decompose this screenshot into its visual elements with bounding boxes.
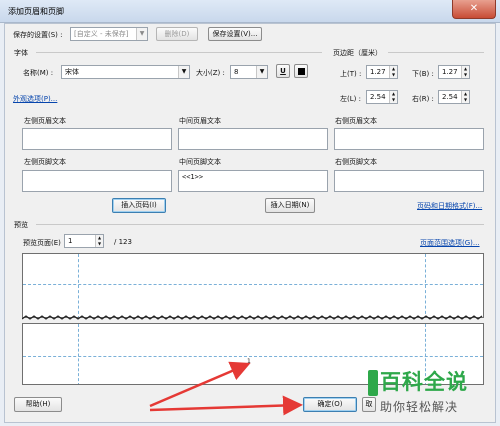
spin-arrows-icon[interactable]: ▲ ▼ [389, 91, 397, 103]
insert-page-number-button[interactable]: 插入页码(I) [112, 198, 166, 213]
appearance-options-link[interactable]: 外观选项(P)... [13, 94, 57, 104]
margin-top-spinner[interactable]: 1.27 ▲ ▼ [366, 65, 398, 79]
margin-bottom-spinner[interactable]: 1.27 ▲ ▼ [438, 65, 470, 79]
watermark-subtitle: 助你轻松解决 [380, 400, 459, 414]
watermark: 百科全说 助你轻松解决 [368, 366, 496, 418]
center-header-label: 中间页眉文本 [179, 117, 221, 125]
left-header-label: 左侧页眉文本 [24, 117, 66, 125]
center-footer-value: <<1>> [182, 173, 204, 181]
delete-settings-button[interactable]: 删除(D) [156, 27, 198, 41]
left-footer-input[interactable] [22, 170, 172, 192]
preview-group-label: 预览 [14, 221, 28, 229]
save-settings-button[interactable]: 保存设置(V)... [208, 27, 262, 41]
page-tear-divider [22, 315, 483, 320]
margin-left-label: 左(L) : [340, 95, 361, 103]
spin-arrows-icon[interactable]: ▲ ▼ [389, 66, 397, 78]
margin-top-value: 1.27 [370, 68, 386, 76]
font-size-value: 8 [234, 68, 239, 76]
saved-settings-label: 保存的设置(S) : [13, 31, 63, 39]
margin-group-divider [388, 52, 484, 53]
margin-group-label: 页边距（厘米） [333, 49, 382, 57]
center-footer-input[interactable]: <<1>> [178, 170, 328, 192]
saved-settings-value: [自定义 - 未保存] [74, 30, 129, 38]
chevron-down-icon: ▼ [136, 28, 147, 40]
margin-top-label: 上(T) : [340, 70, 362, 78]
margin-bottom-value: 1.27 [442, 68, 458, 76]
underline-icon: U [280, 67, 286, 75]
margin-guide-line [425, 254, 426, 317]
right-header-input[interactable] [334, 128, 484, 150]
margin-guide-line [23, 284, 483, 285]
saved-settings-select[interactable]: [自定义 - 未保存] ▼ [70, 27, 148, 41]
preview-page-value: 1 [68, 237, 73, 245]
font-name-select[interactable]: 宋体 ▼ [61, 65, 190, 79]
left-header-input[interactable] [22, 128, 172, 150]
margin-guide-line [78, 254, 79, 317]
chevron-down-icon: ▼ [256, 66, 267, 78]
left-footer-label: 左侧页脚文本 [24, 158, 66, 166]
preview-page-spinner[interactable]: 1 ▲ ▼ [64, 234, 104, 248]
font-name-label: 名称(M) : [23, 69, 54, 77]
preview-page-number: 1 [247, 358, 251, 365]
right-footer-input[interactable] [334, 170, 484, 192]
margin-guide-line [78, 324, 79, 384]
watermark-title: 百科全说 [380, 370, 468, 394]
right-footer-label: 右侧页脚文本 [335, 158, 377, 166]
center-header-input[interactable] [178, 128, 328, 150]
page-date-format-link[interactable]: 页码和日期格式(F)... [417, 201, 482, 211]
window-title: 添加页眉和页脚 [8, 7, 64, 16]
ok-button[interactable]: 确定(O) [303, 397, 357, 412]
color-swatch-icon [298, 68, 305, 75]
page-range-options-link[interactable]: 页面范围选项(G)... [420, 238, 480, 248]
margin-guide-line [23, 356, 483, 357]
margin-right-value: 2.54 [442, 93, 458, 101]
font-group-divider [36, 52, 322, 53]
center-footer-label: 中间页脚文本 [179, 158, 221, 166]
font-name-value: 宋体 [65, 68, 79, 76]
help-button[interactable]: 帮助(H) [14, 397, 62, 412]
margin-right-label: 右(R) : [412, 95, 434, 103]
preview-group-divider [36, 224, 484, 225]
margin-bottom-label: 下(B) : [412, 70, 434, 78]
watermark-logo-icon [368, 370, 378, 396]
chevron-down-icon: ▼ [178, 66, 189, 78]
preview-page-label: 预览页面(E) [23, 239, 61, 247]
underline-button[interactable]: U [276, 64, 290, 78]
spin-arrows-icon[interactable]: ▲ ▼ [461, 66, 469, 78]
margin-left-spinner[interactable]: 2.54 ▲ ▼ [366, 90, 398, 104]
font-group-label: 字体 [14, 49, 28, 57]
title-bar: 添加页眉和页脚 ✕ [0, 0, 500, 23]
font-color-button[interactable] [294, 64, 308, 78]
right-header-label: 右侧页眉文本 [335, 117, 377, 125]
insert-date-button[interactable]: 插入日期(N) [265, 198, 315, 213]
close-button[interactable]: ✕ [452, 0, 496, 19]
spin-arrows-icon[interactable]: ▲ ▼ [461, 91, 469, 103]
preview-page-total: / 123 [114, 238, 132, 246]
margin-left-value: 2.54 [370, 93, 386, 101]
font-size-select[interactable]: 8 ▼ [230, 65, 268, 79]
margin-right-spinner[interactable]: 2.54 ▲ ▼ [438, 90, 470, 104]
font-size-label: 大小(Z) : [196, 69, 225, 77]
preview-header-area [22, 253, 484, 318]
spin-arrows-icon[interactable]: ▲ ▼ [95, 235, 103, 247]
